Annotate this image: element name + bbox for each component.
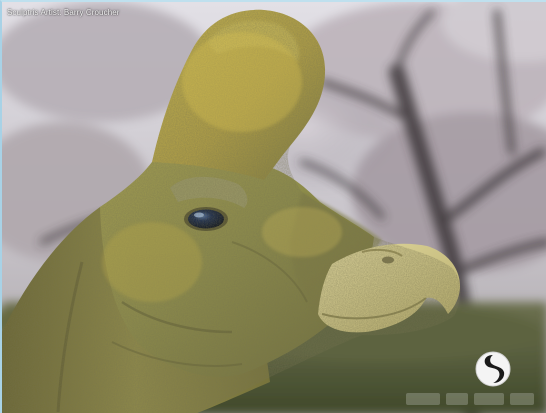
artist-credit: Sculptris Artist: Barry Croucher: [7, 8, 120, 17]
dinosaur-render: [2, 2, 546, 413]
artwork-frame: Sculptris Artist: Barry Croucher: [0, 0, 546, 413]
watermark: [406, 390, 544, 408]
sculptris-logo-icon: [475, 351, 511, 387]
